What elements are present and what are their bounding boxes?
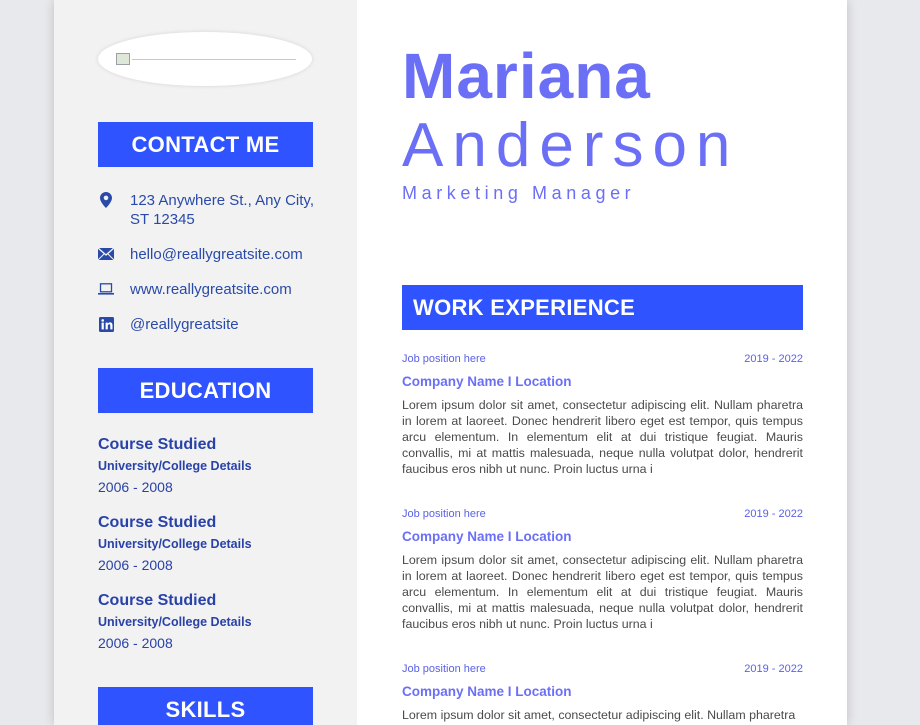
linkedin-icon (98, 316, 114, 332)
job-description: Lorem ipsum dolor sit amet, consectetur … (402, 553, 803, 631)
job-dates: 2019 - 2022 (744, 508, 803, 520)
job-description: Lorem ipsum dolor sit amet, consectetur … (402, 398, 803, 476)
work-entry: Job position here 2019 - 2022 Company Na… (402, 352, 803, 477)
work-entry: Job position here 2019 - 2022 Company Na… (402, 662, 803, 723)
job-company: Company Name I Location (402, 684, 572, 699)
name-first: Mariana (402, 40, 651, 112)
education-university: University/College Details (98, 459, 252, 473)
contact-address-text: 123 Anywhere St., Any City, ST 12345 (130, 192, 314, 228)
work-entry: Job position here 2019 - 2022 Company Na… (402, 507, 803, 632)
location-pin-icon (98, 192, 114, 208)
laptop-icon (98, 281, 114, 297)
contact-linkedin[interactable]: @reallygreatsite (98, 315, 328, 334)
job-dates: 2019 - 2022 (744, 353, 803, 365)
education-entry: Course Studied University/College Detail… (98, 513, 318, 574)
contact-website[interactable]: www.reallygreatsite.com (98, 280, 328, 299)
job-position: Job position here (402, 508, 486, 520)
name-last: Anderson (402, 111, 740, 180)
job-title: Marketing Manager (402, 183, 636, 203)
education-course: Course Studied (98, 436, 217, 453)
contact-linkedin-text[interactable]: @reallygreatsite (130, 315, 239, 334)
contact-email-text[interactable]: hello@reallygreatsite.com (130, 245, 303, 264)
job-dates: 2019 - 2022 (744, 663, 803, 675)
education-heading: EDUCATION (98, 368, 313, 413)
job-company: Company Name I Location (402, 374, 572, 389)
job-company: Company Name I Location (402, 529, 572, 544)
job-position: Job position here (402, 663, 486, 675)
resume-page: CONTACT ME 123 Anywhere St., Any City, S… (54, 0, 847, 725)
contact-website-text[interactable]: www.reallygreatsite.com (130, 280, 292, 299)
work-experience-heading: WORK EXPERIENCE (402, 285, 803, 330)
education-university: University/College Details (98, 537, 252, 551)
education-course: Course Studied (98, 514, 217, 531)
education-years: 2006 - 2008 (98, 635, 173, 651)
education-years: 2006 - 2008 (98, 479, 173, 495)
education-entry: Course Studied University/College Detail… (98, 435, 318, 496)
broken-image-icon (116, 53, 130, 65)
envelope-icon (98, 246, 114, 262)
job-description: Lorem ipsum dolor sit amet, consectetur … (402, 708, 796, 722)
job-position: Job position here (402, 353, 486, 365)
contact-email[interactable]: hello@reallygreatsite.com (98, 245, 328, 264)
sidebar: CONTACT ME 123 Anywhere St., Any City, S… (54, 0, 357, 725)
education-years: 2006 - 2008 (98, 557, 173, 573)
photo-placeholder-line (132, 59, 296, 60)
education-course: Course Studied (98, 592, 217, 609)
contact-address: 123 Anywhere St., Any City, ST 12345 (98, 191, 328, 229)
profile-photo (98, 32, 312, 86)
education-entry: Course Studied University/College Detail… (98, 591, 318, 652)
skills-heading: SKILLS (98, 687, 313, 725)
contact-heading: CONTACT ME (98, 122, 313, 167)
education-university: University/College Details (98, 615, 252, 629)
